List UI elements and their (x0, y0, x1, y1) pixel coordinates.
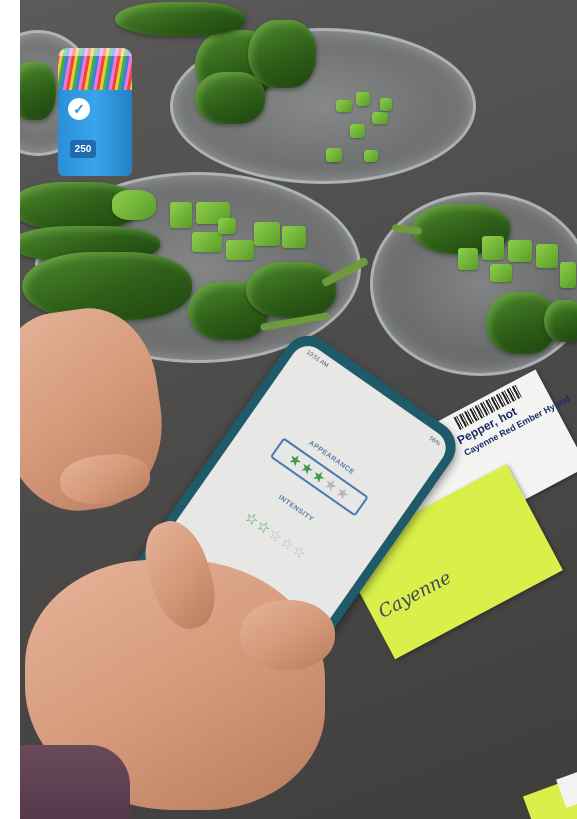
brand-check-icon: ✓ (68, 98, 90, 120)
pepper-chunk (356, 92, 370, 106)
jar-lid (58, 48, 132, 56)
pepper-chunk (112, 190, 156, 220)
pepper-chunk (170, 202, 192, 228)
sleeve (20, 745, 130, 819)
pepper (248, 20, 316, 88)
pepper-chunk (226, 240, 254, 260)
pepper-chunk (490, 264, 512, 282)
pepper-chunk (482, 236, 504, 260)
pepper-chunk (282, 226, 306, 248)
pepper-chunk (336, 100, 352, 112)
status-bar: 10:51 AM 56% (305, 350, 441, 448)
intensity-rating-stars[interactable]: ☆☆☆☆☆ (230, 500, 322, 572)
pepper (115, 2, 245, 36)
toothpick-jar: ✓ 250 (58, 48, 132, 176)
pepper-chunk (560, 262, 576, 288)
pepper-chunk (380, 98, 392, 111)
pepper-chunk (192, 232, 222, 252)
pepper (195, 72, 265, 124)
pepper-chunk (364, 150, 378, 162)
pepper-chunk (508, 240, 532, 262)
status-battery: 56% (427, 435, 442, 448)
pepper-chunk (458, 248, 478, 270)
pepper-chunk (372, 112, 388, 124)
pepper (246, 262, 336, 318)
status-time: 10:51 AM (304, 349, 330, 370)
pepper-chunk (536, 244, 558, 268)
handwritten-variety: Cayenne (374, 567, 455, 623)
pepper (20, 62, 56, 120)
photo-background: ✓ 250 Pepper, hot Cayenne Red Ember Hybr… (20, 0, 577, 819)
pepper-chunk (350, 124, 365, 138)
pepper-chunk (218, 218, 236, 234)
pepper-chunk (326, 148, 342, 162)
pepper (22, 252, 192, 320)
jar-count-badge: 250 (70, 140, 96, 158)
pepper-chunk (254, 222, 280, 246)
right-knuckle (240, 600, 335, 670)
pepper (544, 300, 577, 342)
